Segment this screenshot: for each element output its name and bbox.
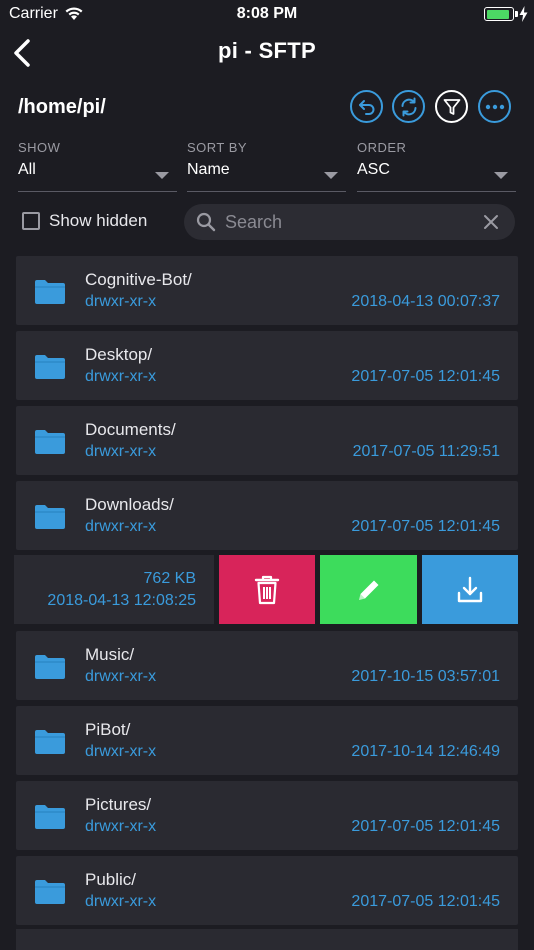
filter-button[interactable] [435,90,468,123]
file-permissions: drwxr-xr-x [85,893,157,910]
list-item[interactable]: Public/ drwxr-xr-x 2017-07-05 12:01:45 [16,856,518,925]
back-arrow-icon [358,99,374,115]
filter-icon [443,98,460,115]
trash-icon [254,575,280,604]
list-item[interactable]: Desktop/ drwxr-xr-x 2017-07-05 12:01:45 [16,331,518,400]
clock: 8:08 PM [236,5,298,22]
list-item[interactable]: PiBot/ drwxr-xr-x 2017-10-14 12:46:49 [16,706,518,775]
file-date: 2017-07-05 12:01:45 [351,818,500,835]
battery-cap [515,11,518,17]
search-input[interactable] [225,211,465,233]
folder-icon [35,355,65,379]
battery-level [486,9,509,19]
file-name: Desktop/ [85,345,153,364]
current-path: /home/pi/ [18,96,106,118]
list-item[interactable]: Cognitive-Bot/ drwxr-xr-x 2018-04-13 00:… [16,256,518,325]
folder-icon [35,880,65,904]
pencil-icon [358,580,378,600]
file-permissions: drwxr-xr-x [85,293,157,310]
file-name: Music/ [85,645,135,664]
download-icon [457,576,483,602]
folder-icon [35,805,65,829]
close-icon[interactable] [483,214,499,230]
file-permissions: drwxr-xr-x [85,443,157,460]
file-permissions: drwxr-xr-x [85,743,157,760]
list-item[interactable]: Pictures/ drwxr-xr-x 2017-07-05 12:01:45 [16,781,518,850]
folder-icon [35,430,65,454]
list-item-partial[interactable] [16,929,518,950]
show-label: SHOW [18,140,61,155]
more-button[interactable] [478,90,511,123]
file-name: PiBot/ [85,720,131,739]
search-bar[interactable] [184,204,515,240]
show-hidden-checkbox[interactable] [22,212,40,230]
file-name: Pictures/ [85,795,152,814]
dropdown-arrow-icon [324,172,338,179]
file-size: 762 KB [143,570,196,587]
file-permissions: drwxr-xr-x [85,368,157,385]
file-date: 2017-07-05 12:01:45 [351,518,500,535]
nav-bar: pi - SFTP [0,30,534,76]
show-hidden-label[interactable]: Show hidden [49,211,147,231]
file-name: Cognitive-Bot/ [85,270,192,289]
file-date: 2017-07-05 12:01:45 [351,368,500,385]
file-permissions: drwxr-xr-x [85,668,157,685]
refresh-icon [401,97,416,116]
dropdown-arrow-icon [494,172,508,179]
file-name: Public/ [85,870,137,889]
folder-icon [35,730,65,754]
search-icon [196,212,216,232]
file-permissions: drwxr-xr-x [85,818,157,835]
file-date: 2017-10-15 03:57:01 [351,668,500,685]
battery-icon [484,7,514,21]
list-item[interactable]: Downloads/ drwxr-xr-x 2017-07-05 12:01:4… [16,481,518,550]
charging-icon [519,6,528,22]
sort-by-select[interactable]: SORT BY Name [187,140,346,192]
file-date: 2018-04-13 12:08:25 [47,592,196,609]
parent-directory-button[interactable] [350,90,383,123]
dropdown-arrow-icon [155,172,169,179]
sort-by-label: SORT BY [187,140,248,155]
download-button[interactable] [422,555,518,624]
file-date: 2018-04-13 00:07:37 [351,293,500,310]
show-select[interactable]: SHOW All [18,140,177,192]
folder-icon [35,655,65,679]
folder-icon [35,505,65,529]
file-date: 2017-10-14 12:46:49 [351,743,500,760]
list-item[interactable]: Documents/ drwxr-xr-x 2017-07-05 11:29:5… [16,406,518,475]
status-bar: Carrier 8:08 PM [0,0,534,30]
order-label: ORDER [357,140,407,155]
delete-button[interactable] [219,555,315,624]
more-icon [485,104,504,109]
list-item[interactable]: Music/ drwxr-xr-x 2017-10-15 03:57:01 [16,631,518,700]
file-permissions: drwxr-xr-x [85,518,157,535]
refresh-button[interactable] [392,90,425,123]
edit-button[interactable] [320,555,417,624]
file-date: 2017-07-05 11:29:51 [352,443,500,460]
file-name: Downloads/ [85,495,174,514]
show-value: All [18,161,36,178]
page-title: pi - SFTP [217,38,317,63]
swiped-list-item[interactable]: 762 KB 2018-04-13 12:08:25 [14,555,214,624]
file-date: 2017-07-05 12:01:45 [351,893,500,910]
file-name: Documents/ [85,420,176,439]
sort-by-value: Name [187,161,230,178]
folder-icon [35,280,65,304]
order-value: ASC [357,161,390,178]
order-select[interactable]: ORDER ASC [357,140,516,192]
